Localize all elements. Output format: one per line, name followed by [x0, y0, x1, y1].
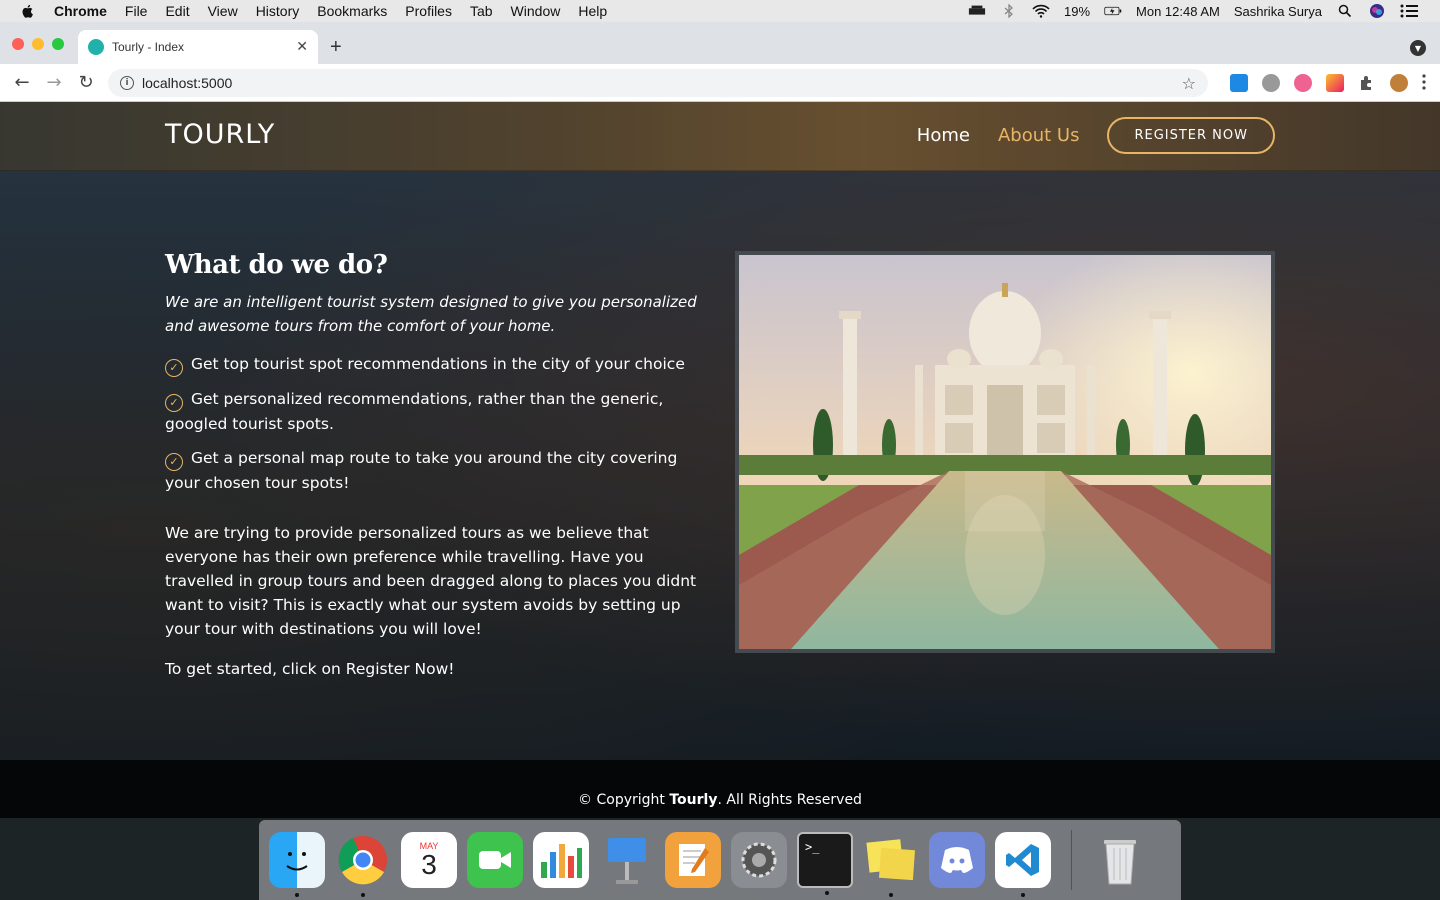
section-cta: To get started, click on Register Now! [165, 660, 455, 678]
profile-avatar[interactable] [1390, 74, 1408, 92]
bookmark-star-icon[interactable]: ☆ [1182, 74, 1196, 93]
chrome-tab-strip: Tourly - Index ✕ + ▼ [0, 22, 1440, 64]
running-indicator [889, 893, 893, 897]
running-indicator [1021, 893, 1025, 897]
menubar-user[interactable]: Sashrika Surya [1234, 4, 1322, 19]
menu-bookmarks[interactable]: Bookmarks [317, 3, 387, 19]
window-controls [12, 38, 64, 50]
menu-app-chrome[interactable]: Chrome [54, 3, 107, 19]
url-text[interactable]: localhost:5000 [142, 75, 1182, 91]
apple-icon[interactable] [20, 3, 36, 19]
discord-icon[interactable] [929, 832, 985, 888]
feature-list: ✓ Get top tourist spot recommendations in… [165, 352, 710, 495]
battery-percent: 19% [1063, 3, 1091, 19]
what-we-do-section: What do we do? We are an intelligent tou… [165, 250, 710, 681]
facetime-icon[interactable] [467, 832, 523, 888]
menu-history[interactable]: History [256, 3, 300, 19]
site-header: TOURLY Home About Us REGISTER NOW [0, 102, 1440, 171]
trash-icon[interactable] [1092, 832, 1148, 888]
feature-text: Get a personal map route to take you aro… [165, 449, 678, 492]
keynote-icon[interactable] [599, 832, 655, 888]
system-preferences-icon[interactable] [731, 832, 787, 888]
macos-dock: MAY 3 >_ [259, 820, 1181, 900]
wifi-icon[interactable] [1032, 4, 1050, 18]
active-tab[interactable]: Tourly - Index ✕ [78, 30, 318, 64]
menu-window[interactable]: Window [511, 3, 561, 19]
vscode-icon[interactable] [995, 832, 1051, 897]
dock-separator [1071, 830, 1072, 890]
extensions-area [1230, 74, 1426, 92]
footer-brand: Tourly [669, 792, 718, 808]
menu-file[interactable]: File [125, 3, 148, 19]
menu-view[interactable]: View [208, 3, 238, 19]
feature-item: ✓ Get a personal map route to take you ar… [165, 446, 710, 495]
extensions-puzzle-icon[interactable] [1358, 74, 1376, 92]
minimize-window-button[interactable] [32, 38, 44, 50]
check-circle-icon: ✓ [165, 394, 183, 412]
calendar-day: 3 [421, 849, 437, 880]
maximize-window-button[interactable] [52, 38, 64, 50]
chrome-dock-icon[interactable] [335, 832, 391, 897]
menubar-clock[interactable]: Mon 12:48 AM [1136, 4, 1220, 19]
calendar-icon[interactable]: MAY 3 [401, 832, 457, 888]
feature-item: ✓ Get top tourist spot recommendations in… [165, 352, 710, 377]
extension-1-icon[interactable] [1230, 74, 1248, 92]
terminal-icon[interactable]: >_ [797, 832, 853, 895]
forward-icon[interactable]: → [38, 72, 70, 93]
tab-search-icon[interactable]: ▼ [1410, 40, 1426, 56]
address-bar[interactable]: i localhost:5000 ☆ [108, 69, 1208, 97]
menu-tab[interactable]: Tab [470, 3, 493, 19]
feature-item: ✓ Get personalized recommendations, rathe… [165, 387, 710, 436]
tourly-favicon-icon [88, 39, 104, 55]
tab-title: Tourly - Index [112, 40, 185, 54]
extension-3-icon[interactable] [1294, 74, 1312, 92]
register-now-button[interactable]: REGISTER NOW [1107, 117, 1275, 154]
new-tab-button[interactable]: + [330, 36, 342, 59]
extension-4-icon[interactable] [1326, 74, 1344, 92]
check-circle-icon: ✓ [165, 359, 183, 377]
notification-center-icon[interactable] [1400, 4, 1418, 18]
pages-icon[interactable] [665, 832, 721, 888]
site-logo[interactable]: TOURLY [165, 119, 275, 150]
stickies-icon[interactable] [863, 832, 919, 897]
running-indicator [361, 893, 365, 897]
site-footer: © Copyright Tourly. All Rights Reserved [0, 760, 1440, 818]
section-heading: What do we do? [165, 250, 388, 280]
spotlight-search-icon[interactable] [1336, 4, 1354, 18]
extension-2-icon[interactable] [1262, 74, 1280, 92]
chrome-toolbar: ← → ↻ i localhost:5000 ☆ [0, 64, 1440, 102]
siri-icon[interactable] [1368, 4, 1386, 18]
footer-copyright-prefix: © Copyright [578, 792, 670, 808]
finder-icon[interactable] [269, 832, 325, 897]
web-page: TOURLY Home About Us REGISTER NOW What d… [0, 102, 1440, 818]
feature-text: Get top tourist spot recommendations in … [191, 355, 685, 373]
bluetooth-icon[interactable] [1000, 4, 1018, 18]
site-nav: Home About Us REGISTER NOW [917, 117, 1275, 154]
close-tab-icon[interactable]: ✕ [296, 39, 308, 55]
numbers-icon[interactable] [533, 832, 589, 888]
menu-profiles[interactable]: Profiles [405, 3, 452, 19]
site-info-icon[interactable]: i [120, 76, 134, 90]
battery-charging-icon[interactable] [1104, 4, 1122, 18]
check-circle-icon: ✓ [165, 453, 183, 471]
feature-text: Get personalized recommendations, rather… [165, 390, 664, 433]
nav-home-link[interactable]: Home [917, 125, 970, 146]
menubar-status-area: 19% Mon 12:48 AM Sashrika Surya [954, 0, 1440, 22]
reload-icon[interactable]: ↻ [70, 72, 102, 93]
menu-edit[interactable]: Edit [165, 3, 189, 19]
running-indicator [825, 891, 829, 895]
taj-mahal-image [735, 251, 1275, 653]
section-body: We are trying to provide personalized to… [165, 524, 697, 638]
nav-about-link[interactable]: About Us [998, 125, 1080, 146]
section-lead: We are an intelligent tourist system des… [165, 293, 697, 335]
close-window-button[interactable] [12, 38, 24, 50]
chrome-menu-icon[interactable] [1422, 74, 1426, 92]
taj-mahal-illustration [739, 255, 1271, 649]
macos-menubar: Chrome File Edit View History Bookmarks … [0, 0, 1440, 22]
airplay-icon[interactable] [968, 4, 986, 18]
footer-copyright-suffix: . All Rights Reserved [717, 792, 862, 808]
running-indicator [295, 893, 299, 897]
back-icon[interactable]: ← [6, 72, 38, 93]
menu-help[interactable]: Help [578, 3, 607, 19]
